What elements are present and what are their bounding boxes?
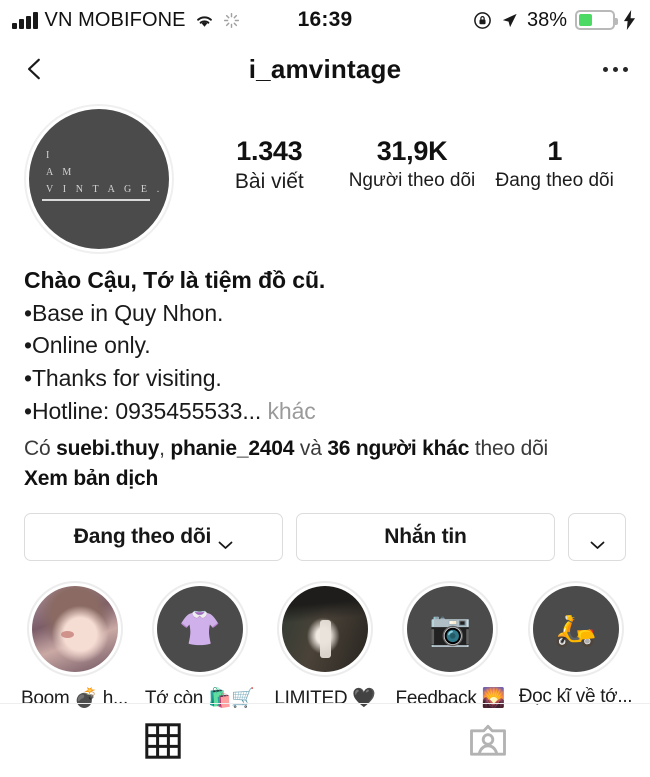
followed-by-middle: và bbox=[294, 437, 328, 461]
profile-action-buttons: Đang theo dõi Nhắn tin bbox=[0, 491, 650, 561]
highlight-item[interactable]: Boom 💣 h... bbox=[18, 580, 131, 710]
highlight-thumbnail bbox=[31, 585, 118, 672]
bio-section: Chào Cậu, Tớ là tiệm đồ cũ. •Base in Quy… bbox=[0, 254, 650, 427]
carrier-label: VN MOBIFONE bbox=[44, 8, 186, 31]
battery-percent-label: 38% bbox=[526, 8, 567, 31]
signal-bars-icon bbox=[12, 11, 38, 29]
followed-by-others[interactable]: 36 người khác bbox=[327, 437, 469, 460]
avatar-underline bbox=[42, 199, 150, 201]
highlight-thumbnail bbox=[282, 585, 368, 672]
camera-emoji-icon: 📷 bbox=[429, 609, 472, 648]
tab-tagged-photos[interactable] bbox=[325, 704, 650, 777]
highlight-ring bbox=[26, 580, 123, 677]
following-label: Đang theo dõi bbox=[495, 170, 614, 192]
status-bar-right: 38% bbox=[473, 9, 636, 32]
bio-display-name: Chào Cậu, Tớ là tiệm đồ cũ. bbox=[24, 267, 326, 293]
lock-rotation-icon bbox=[473, 11, 492, 30]
highlight-item[interactable]: 👚 Tớ còn 🛍️🛒 bbox=[143, 580, 256, 710]
more-actions-button[interactable] bbox=[568, 512, 626, 561]
highlight-thumbnail: 🛵 bbox=[532, 585, 619, 672]
scooter-emoji-icon: 🛵 bbox=[554, 609, 597, 648]
battery-icon bbox=[575, 10, 618, 30]
followed-by-user2[interactable]: phanie_2404 bbox=[170, 437, 294, 460]
posts-label: Bài viết bbox=[234, 170, 304, 194]
stat-following[interactable]: 1 Đang theo dõi bbox=[483, 136, 626, 192]
bio-line-hotline: •Hotline: 0935455533... khác bbox=[24, 395, 626, 428]
followed-by-separator: , bbox=[159, 437, 171, 461]
avatar-text: I A M V I N T A G E . bbox=[46, 150, 163, 195]
status-bar: VN MOBIFONE 16:39 38% bbox=[0, 0, 650, 40]
bio-more-link[interactable]: khác bbox=[268, 398, 316, 424]
bio-line: •Thanks for visiting. bbox=[24, 364, 222, 391]
navigation-header: i_amvintage bbox=[0, 40, 650, 98]
highlight-thumbnail: 📷 bbox=[407, 585, 494, 672]
bio-hotline-text: •Hotline: 0935455533... bbox=[24, 397, 262, 424]
followed-by-prefix: Có bbox=[24, 437, 57, 461]
posts-count: 1.343 bbox=[236, 136, 303, 166]
spinner-icon bbox=[223, 12, 240, 29]
followed-by-text: Có suebi.thuy, phanie_2404 và 36 người k… bbox=[0, 427, 650, 465]
charging-bolt-icon bbox=[623, 10, 636, 30]
avatar[interactable]: I A M V I N T A G E . bbox=[24, 104, 174, 254]
stat-posts[interactable]: 1.343 Bài viết bbox=[198, 136, 341, 194]
highlight-ring: 📷 bbox=[402, 580, 499, 677]
chevron-down-icon bbox=[590, 532, 605, 550]
page-title: i_amvintage bbox=[248, 53, 402, 84]
highlight-ring: 👚 bbox=[151, 580, 248, 677]
highlight-item[interactable]: 🛵 Đọc kĩ về tớ... bbox=[519, 580, 632, 710]
followers-label: Người theo dõi bbox=[348, 170, 476, 192]
story-highlights: Boom 💣 h... 👚 Tớ còn 🛍️🛒 LIMITED 🖤 📷 Fee… bbox=[0, 561, 650, 710]
highlight-ring: 🛵 bbox=[527, 580, 624, 677]
more-options-icon[interactable] bbox=[603, 61, 628, 78]
bio-line: •Online only. bbox=[24, 332, 151, 359]
chevron-down-icon bbox=[218, 532, 233, 550]
highlight-thumbnail: 👚 bbox=[156, 585, 243, 672]
location-arrow-icon bbox=[500, 11, 519, 30]
wifi-icon bbox=[193, 12, 216, 29]
stat-followers[interactable]: 31,9K Người theo dõi bbox=[341, 136, 484, 192]
instagram-profile-screen: VN MOBIFONE 16:39 38% i_amvintage I A M … bbox=[0, 0, 650, 777]
see-translation-link[interactable]: Xem bản dịch bbox=[0, 465, 650, 491]
highlight-item[interactable]: LIMITED 🖤 bbox=[269, 580, 382, 710]
profile-stats: 1.343 Bài viết 31,9K Người theo dõi 1 Đa… bbox=[174, 104, 626, 194]
following-button-label: Đang theo dõi bbox=[73, 524, 212, 548]
followed-by-user1[interactable]: suebi.thuy bbox=[56, 437, 159, 460]
profile-header: I A M V I N T A G E . 1.343 Bài viết 31,… bbox=[0, 98, 650, 254]
bio-line: •Base in Quy Nhon. bbox=[24, 299, 224, 326]
followed-by-suffix: theo dõi bbox=[469, 437, 549, 461]
highlight-ring bbox=[277, 580, 373, 677]
tagged-photos-icon bbox=[468, 723, 508, 759]
shirt-emoji-icon: 👚 bbox=[178, 609, 221, 648]
following-count: 1 bbox=[547, 136, 563, 166]
followers-count: 31,9K bbox=[376, 136, 448, 166]
highlight-item[interactable]: 📷 Feedback 🌄 bbox=[394, 580, 507, 710]
profile-tab-bar bbox=[0, 703, 650, 777]
tab-grid-posts[interactable] bbox=[0, 704, 325, 777]
following-button[interactable]: Đang theo dõi bbox=[24, 512, 283, 561]
message-button-label: Nhắn tin bbox=[384, 524, 467, 548]
avatar-image: I A M V I N T A G E . bbox=[29, 109, 169, 249]
status-bar-left: VN MOBIFONE bbox=[12, 9, 240, 32]
message-button[interactable]: Nhắn tin bbox=[296, 512, 555, 561]
grid-posts-icon bbox=[144, 722, 181, 759]
